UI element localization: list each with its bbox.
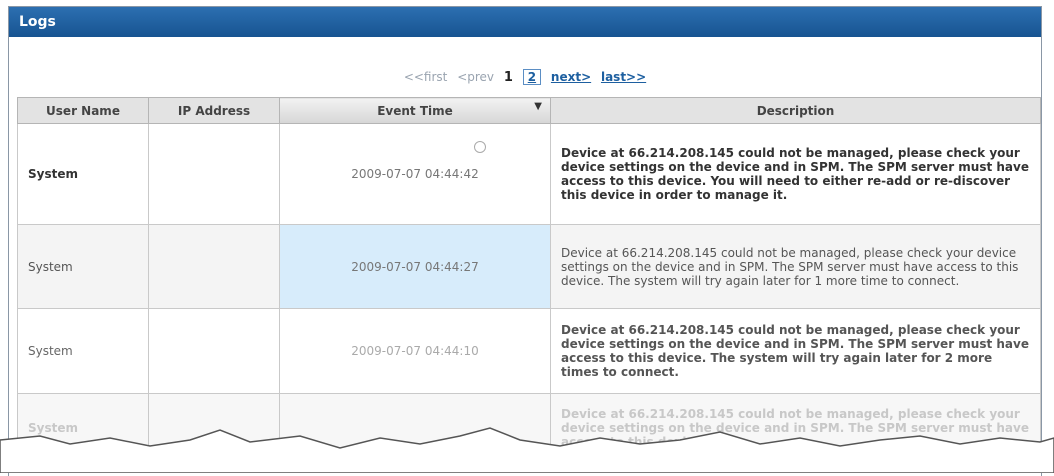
torn-edge-decoration xyxy=(0,427,1054,473)
